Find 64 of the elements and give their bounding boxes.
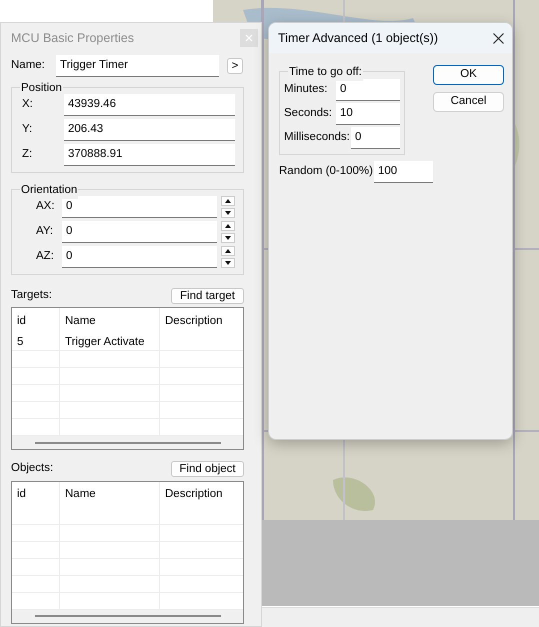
input-field[interactable]: 10 xyxy=(336,103,400,125)
field-label: Y: xyxy=(21,122,34,138)
section-label: Objects: xyxy=(11,461,54,476)
ok-button[interactable]: OK xyxy=(433,65,504,85)
spin-up-button[interactable] xyxy=(221,196,235,206)
empty-cell xyxy=(12,524,60,542)
input-field[interactable]: 0 xyxy=(351,127,400,149)
empty-cell xyxy=(12,402,60,420)
input-field[interactable]: 43939.46 xyxy=(64,94,235,116)
group-label: Time to go off: xyxy=(288,64,363,82)
up-triangle-icon xyxy=(225,199,231,203)
spin-down-button[interactable] xyxy=(221,233,235,243)
empty-cell xyxy=(12,558,60,576)
scrollbar[interactable] xyxy=(12,610,243,622)
cancel-button[interactable]: Cancel xyxy=(433,92,504,112)
field-label: Minutes: xyxy=(284,82,328,98)
up-triangle-icon xyxy=(225,224,231,228)
empty-cell xyxy=(12,508,60,524)
empty-cell xyxy=(12,576,60,592)
input-field[interactable]: 0 xyxy=(336,79,400,101)
empty-cell xyxy=(12,385,60,402)
column-header[interactable]: Description xyxy=(160,482,243,508)
down-triangle-icon xyxy=(225,261,231,265)
input-field[interactable]: 100 xyxy=(374,161,433,183)
column-header[interactable]: id xyxy=(12,482,60,508)
down-triangle-icon xyxy=(225,211,231,215)
down-triangle-icon xyxy=(225,236,231,240)
scrollbar[interactable] xyxy=(12,436,243,450)
field-label: X: xyxy=(21,97,34,112)
column-header[interactable]: Name xyxy=(60,482,160,508)
field-label: Random (0-100%) xyxy=(279,164,374,180)
input-field[interactable]: 0 xyxy=(62,221,217,243)
window-title: Timer Advanced (1 object(s)) xyxy=(278,30,438,47)
table-cell: 5 xyxy=(12,334,60,352)
spin-down-button[interactable] xyxy=(221,258,235,268)
field-label: Seconds: xyxy=(284,106,333,122)
window-title: MCU Basic Properties xyxy=(11,30,134,47)
field-label: Name: xyxy=(11,58,46,74)
input-field[interactable]: 206.43 xyxy=(64,119,235,141)
spin-down-button[interactable] xyxy=(221,208,235,218)
name-field[interactable]: Trigger Timer xyxy=(56,55,219,77)
group-label: Orientation xyxy=(20,182,78,200)
input-field[interactable]: 370888.91 xyxy=(64,144,235,166)
column-header[interactable]: Name xyxy=(60,308,160,334)
field-label: Z: xyxy=(21,147,34,162)
empty-cell xyxy=(12,368,60,386)
expand-button[interactable]: > xyxy=(227,58,243,74)
column-header[interactable]: Description xyxy=(160,308,243,334)
empty-cell xyxy=(12,542,60,558)
find-button[interactable]: Find object xyxy=(171,460,244,477)
field-label: AY: xyxy=(35,224,54,240)
table-cell: Trigger Activate xyxy=(60,334,160,352)
spin-up-button[interactable] xyxy=(221,246,235,256)
input-field[interactable]: 0 xyxy=(62,246,217,268)
empty-cell xyxy=(12,351,60,368)
field-label: AX: xyxy=(35,199,56,214)
field-label: AZ: xyxy=(35,249,55,264)
input-field[interactable]: 0 xyxy=(62,196,217,218)
spin-up-button[interactable] xyxy=(221,221,235,231)
field-label: Milliseconds: xyxy=(284,130,351,146)
column-header[interactable]: id xyxy=(12,308,60,334)
section-label: Targets: xyxy=(11,288,52,303)
up-triangle-icon xyxy=(225,249,231,253)
find-button[interactable]: Find target xyxy=(171,288,244,304)
